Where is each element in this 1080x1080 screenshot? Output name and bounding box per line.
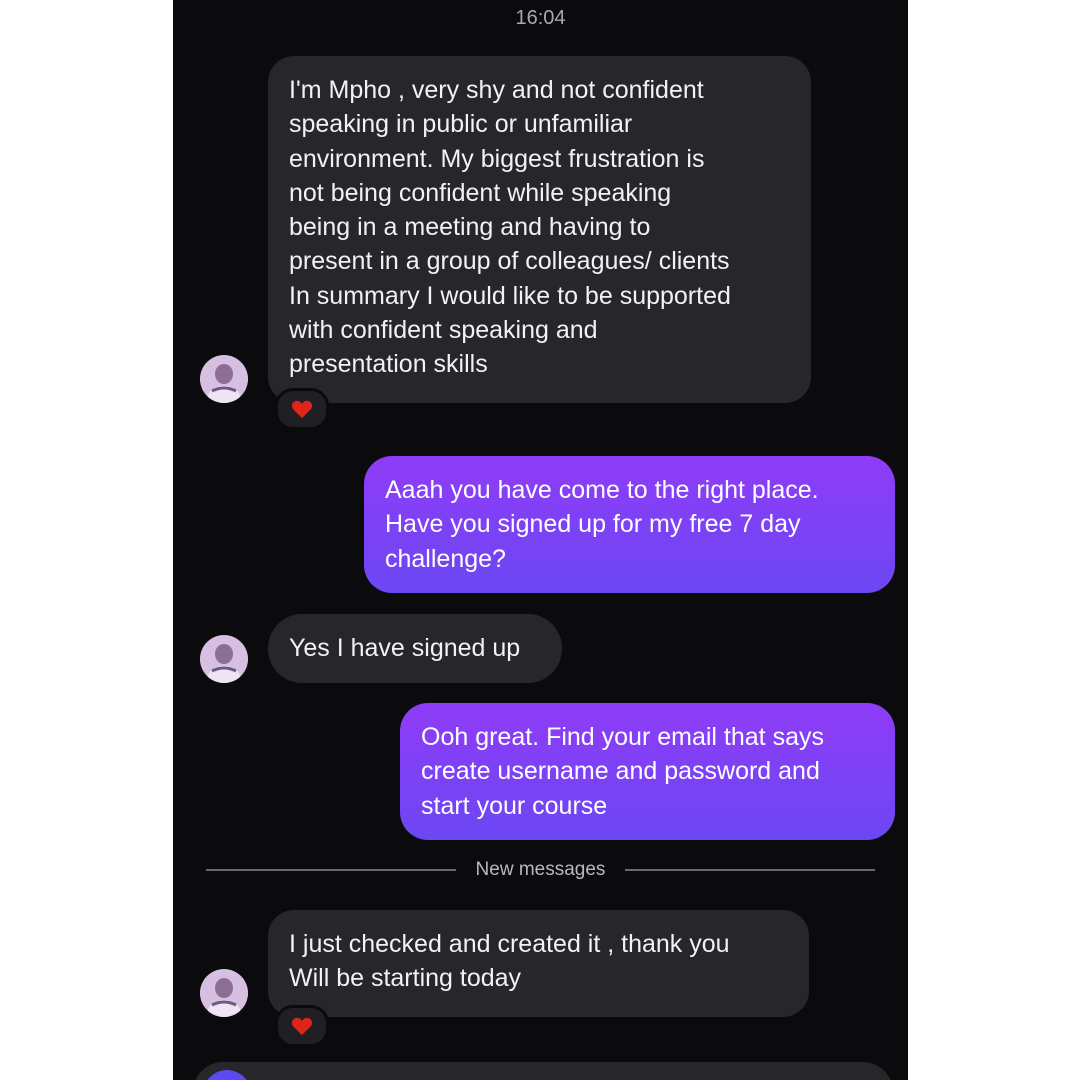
avatar-image xyxy=(200,635,248,683)
heart-icon xyxy=(291,400,313,419)
message-reaction[interactable] xyxy=(275,1005,329,1047)
new-messages-divider: New messages xyxy=(475,859,606,880)
outgoing-message-bubble[interactable]: Aaah you have come to the right place. H… xyxy=(364,456,895,593)
sender-avatar[interactable] xyxy=(200,969,248,1017)
heart-icon xyxy=(291,1017,313,1036)
sender-avatar[interactable] xyxy=(200,635,248,683)
incoming-message-bubble[interactable]: I just checked and created it , thank yo… xyxy=(268,910,809,1017)
message-reaction[interactable] xyxy=(275,388,329,430)
sender-avatar[interactable] xyxy=(200,355,248,403)
incoming-message-bubble[interactable]: I'm Mpho , very shy and not confident sp… xyxy=(268,56,811,403)
message-composer[interactable] xyxy=(193,1062,893,1080)
incoming-message-bubble[interactable]: Yes I have signed up xyxy=(268,614,562,683)
avatar-image xyxy=(200,355,248,403)
outgoing-message-bubble[interactable]: Ooh great. Find your email that says cre… xyxy=(400,703,895,840)
message-timestamp: 16:04 xyxy=(515,7,566,29)
chat-screen: 16:04 I'm Mpho , very shy and not confid… xyxy=(173,0,908,1080)
avatar-image xyxy=(200,969,248,1017)
